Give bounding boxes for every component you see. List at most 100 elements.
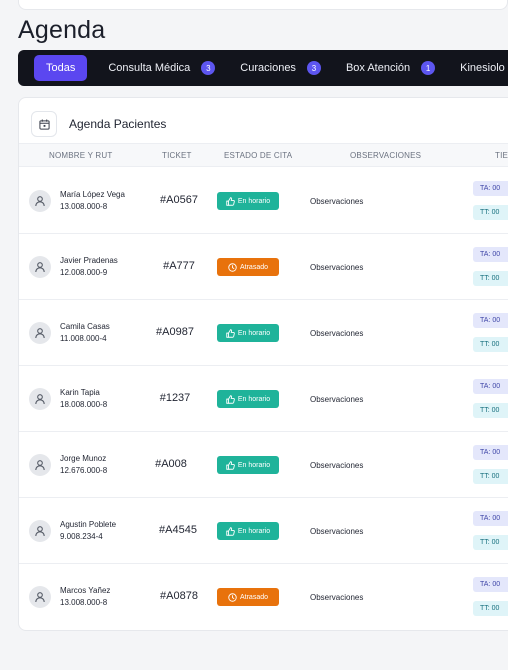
status-badge: En horario	[217, 522, 279, 540]
ta-time-tag: TA: 00	[473, 247, 508, 262]
patient-rut: 13.008.000-8	[60, 598, 108, 607]
ticket-number: #A0567	[160, 194, 198, 206]
ta-time-tag: TA: 00	[473, 511, 508, 526]
observations-text[interactable]: Observaciones	[310, 461, 363, 470]
patient-rut: 9.008.234-4	[60, 532, 103, 541]
patient-name: María López Vega	[60, 190, 125, 199]
status-label: En horario	[237, 329, 271, 337]
tt-time-tag: TT: 00	[473, 469, 508, 484]
patient-name: Javier Pradenas	[60, 256, 118, 265]
table-row[interactable]: Karin Tapia 18.008.000-8 #1237 En horari…	[19, 366, 508, 432]
tab-label: Curaciones	[240, 62, 296, 74]
thumbs-up-icon	[226, 196, 235, 206]
ticket-number: #1237	[159, 392, 191, 404]
patient-rut: 11.008.000-4	[60, 334, 107, 343]
avatar	[29, 454, 51, 476]
tab-kinesiologia[interactable]: Kinesiolo	[460, 55, 505, 81]
tab-curaciones[interactable]: Curaciones 3	[240, 55, 321, 81]
clock-icon	[228, 262, 237, 272]
ticket-number: #A0987	[156, 326, 194, 338]
patient-name: Jorge Munoz	[60, 454, 107, 463]
thumbs-up-icon	[226, 526, 235, 536]
thumbs-up-icon	[226, 328, 235, 338]
user-icon	[35, 328, 45, 339]
status-badge: En horario	[217, 192, 279, 210]
table-row[interactable]: Agustin Poblete 9.008.234-4 #A4545 En ho…	[19, 498, 508, 564]
ticket-number: #A0878	[160, 590, 198, 602]
table-row[interactable]: María López Vega 13.008.000-8 #A0567 En …	[19, 168, 508, 234]
tt-time-tag: TT: 00	[473, 337, 508, 352]
avatar	[29, 190, 51, 212]
clock-icon	[228, 592, 237, 602]
status-label: Atrasado	[239, 593, 269, 601]
patient-rut: 18.008.000-8	[60, 400, 108, 409]
column-header-status: ESTADO DE CITA	[224, 151, 293, 160]
status-label: En horario	[237, 395, 271, 403]
ticket-number: #A777	[163, 260, 195, 272]
status-badge: Atrasado	[217, 588, 279, 606]
table-row[interactable]: Javier Pradenas 12.008.000-9 #A777 Atras…	[19, 234, 508, 300]
column-header-observations: OBSERVACIONES	[350, 151, 422, 160]
table-row[interactable]: Camila Casas 11.008.000-4 #A0987 En hora…	[19, 300, 508, 366]
ticket-number: #A4545	[159, 524, 197, 536]
tab-count-badge: 3	[306, 61, 321, 75]
status-label: En horario	[237, 527, 271, 535]
avatar	[29, 322, 51, 344]
column-header-ticket: TICKET	[162, 151, 192, 160]
tab-label: Consulta Médica	[108, 62, 191, 74]
observations-text[interactable]: Observaciones	[310, 593, 363, 602]
ta-time-tag: TA: 00	[473, 313, 508, 328]
column-header-name: NOMBRE Y RUT	[49, 151, 113, 160]
patient-rut: 12.676.000-8	[60, 466, 108, 475]
ta-time-tag: TA: 00	[473, 379, 508, 394]
patient-name: Camila Casas	[60, 322, 110, 331]
ticket-number: #A008	[155, 458, 187, 470]
tab-label: Todas	[46, 62, 76, 74]
tab-box-atencion[interactable]: Box Atención 1	[345, 55, 436, 81]
column-header-time: TIE	[495, 151, 508, 160]
tab-label: Box Atención	[345, 62, 411, 74]
user-icon	[35, 196, 45, 207]
status-label: En horario	[237, 461, 271, 469]
ta-time-tag: TA: 00	[473, 445, 508, 460]
patient-name: Karin Tapia	[60, 388, 100, 397]
observations-text[interactable]: Observaciones	[310, 395, 363, 404]
status-badge: Atrasado	[217, 258, 279, 276]
patient-rut: 13.008.000-8	[60, 202, 108, 211]
avatar	[29, 586, 51, 608]
table-row[interactable]: Jorge Munoz 12.676.000-8 #A008 En horari…	[19, 432, 508, 498]
status-badge: En horario	[217, 324, 279, 342]
patient-name: Agustin Poblete	[60, 520, 117, 529]
user-icon	[35, 460, 45, 471]
status-label: Atrasado	[239, 263, 269, 271]
tab-label: Kinesiolo	[460, 62, 505, 74]
ta-time-tag: TA: 00	[473, 181, 508, 196]
observations-text[interactable]: Observaciones	[310, 263, 363, 272]
tab-consulta-medica[interactable]: Consulta Médica 3	[108, 55, 216, 81]
tt-time-tag: TT: 00	[473, 271, 508, 286]
tab-count-badge: 1	[421, 61, 436, 75]
card-header: Agenda Pacientes	[31, 111, 166, 137]
status-badge: En horario	[217, 390, 279, 408]
tab-todas[interactable]: Todas	[34, 55, 88, 81]
tt-time-tag: TT: 00	[473, 403, 508, 418]
status-badge: En horario	[217, 456, 279, 474]
card-title: Agenda Pacientes	[69, 117, 167, 131]
observations-text[interactable]: Observaciones	[310, 329, 363, 338]
user-icon	[35, 394, 45, 405]
observations-text[interactable]: Observaciones	[310, 527, 363, 536]
calendar-icon	[31, 111, 57, 137]
top-panel-edge	[18, 0, 508, 10]
table-header: NOMBRE Y RUT TICKET ESTADO DE CITA OBSER…	[19, 143, 508, 167]
tt-time-tag: TT: 00	[473, 205, 508, 220]
patient-rut: 12.008.000-9	[60, 268, 108, 277]
thumbs-up-icon	[226, 460, 235, 470]
status-label: En horario	[237, 197, 271, 205]
page-title: Agenda	[18, 16, 106, 44]
observations-text[interactable]: Observaciones	[310, 197, 363, 206]
patient-name: Marcos Yañez	[60, 586, 111, 595]
table-row[interactable]: Marcos Yañez 13.008.000-8 #A0878 Atrasad…	[19, 564, 508, 630]
tab-count-badge: 3	[201, 61, 216, 75]
category-tabs: Todas Consulta Médica 3 Curaciones 3 Box A…	[18, 50, 508, 86]
thumbs-up-icon	[226, 394, 235, 404]
